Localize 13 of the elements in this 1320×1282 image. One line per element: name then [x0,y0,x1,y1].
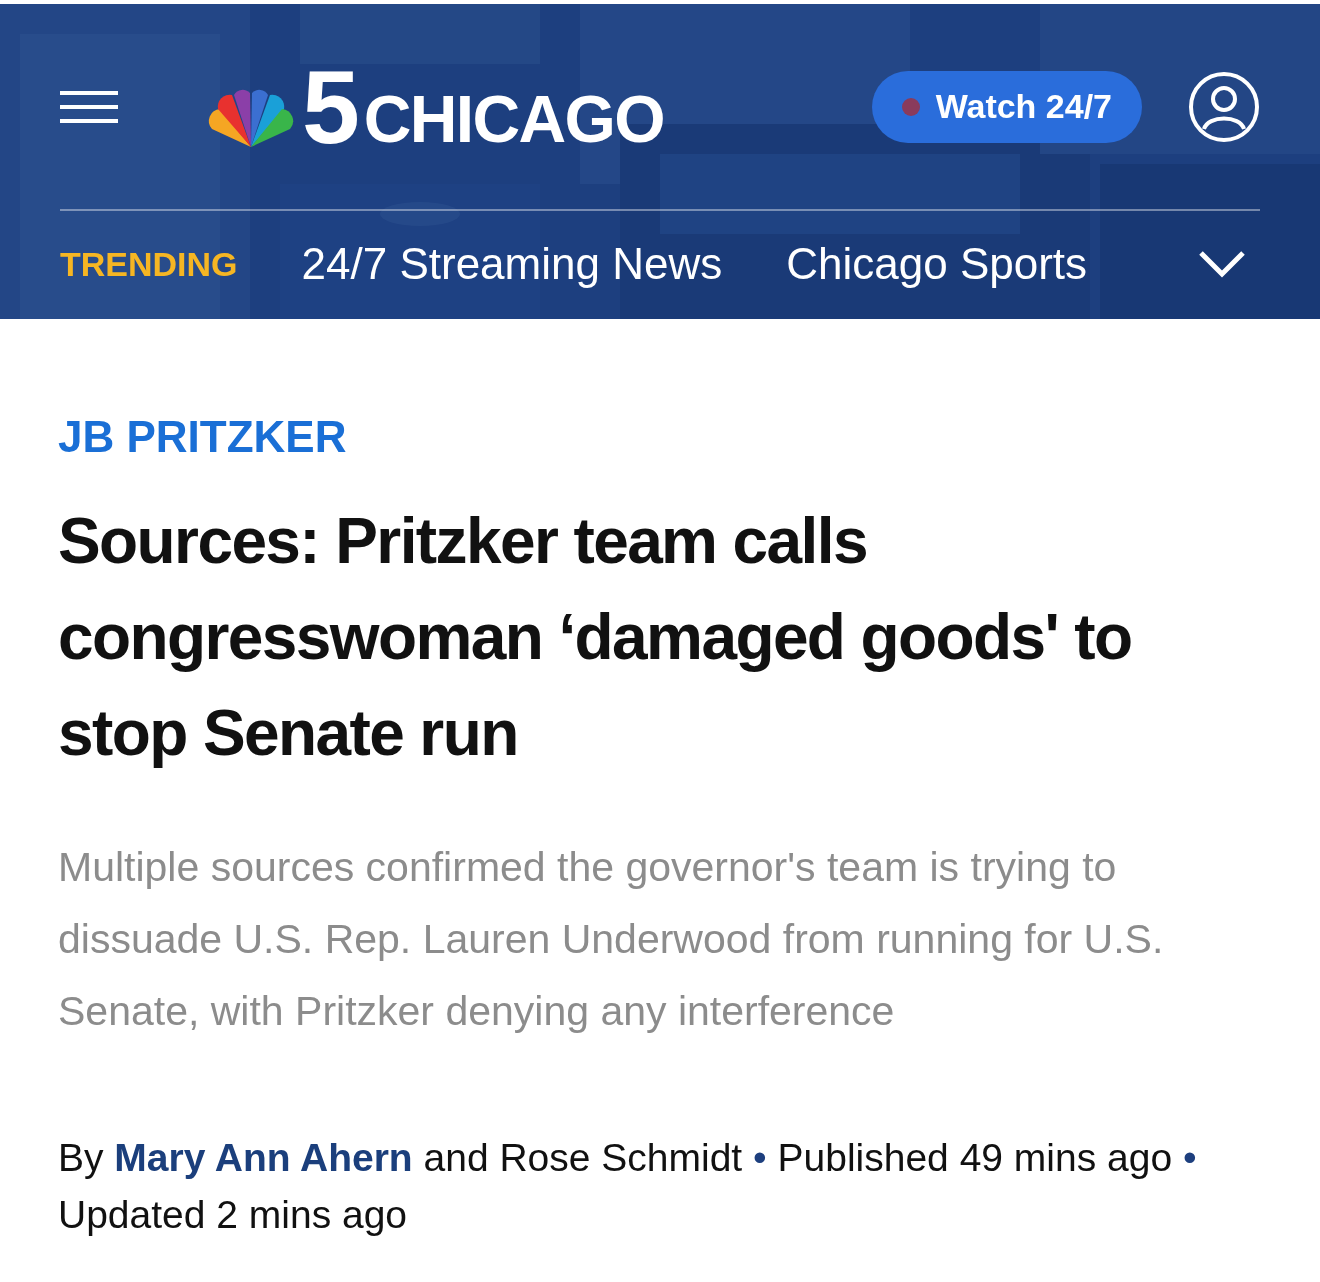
logo-number: 5 [302,64,360,149]
watch-live-button[interactable]: Watch 24/7 [871,70,1142,143]
author-link[interactable]: Mary Ann Ahern [114,1136,413,1179]
article-headline: Sources: Pritzker team calls congresswoman ‘damaged goods' to stop Senate run [58,504,1133,771]
chevron-down-icon[interactable] [1198,249,1246,279]
account-icon[interactable] [1188,70,1260,143]
trending-link[interactable]: 24/7 Streaming News [301,231,723,297]
trending-label: TRENDING [60,243,238,285]
site-logo[interactable]: 5CHICAGO [204,64,664,149]
article-summary: Multiple sources confirmed the governor's team is trying to dissuade U.S. Rep. Lauren Underwood from running for U.S. Senate, with Pritzker denying any interference [58,843,1165,1036]
logo-text: CHICAGO [363,88,664,149]
section-kicker[interactable]: JB PRITZKER [58,411,1262,463]
article-byline: By Mary Ann Ahern and Rose Schmidt • Published 49 mins ago • Updated 2 mins ago [58,1135,1198,1238]
